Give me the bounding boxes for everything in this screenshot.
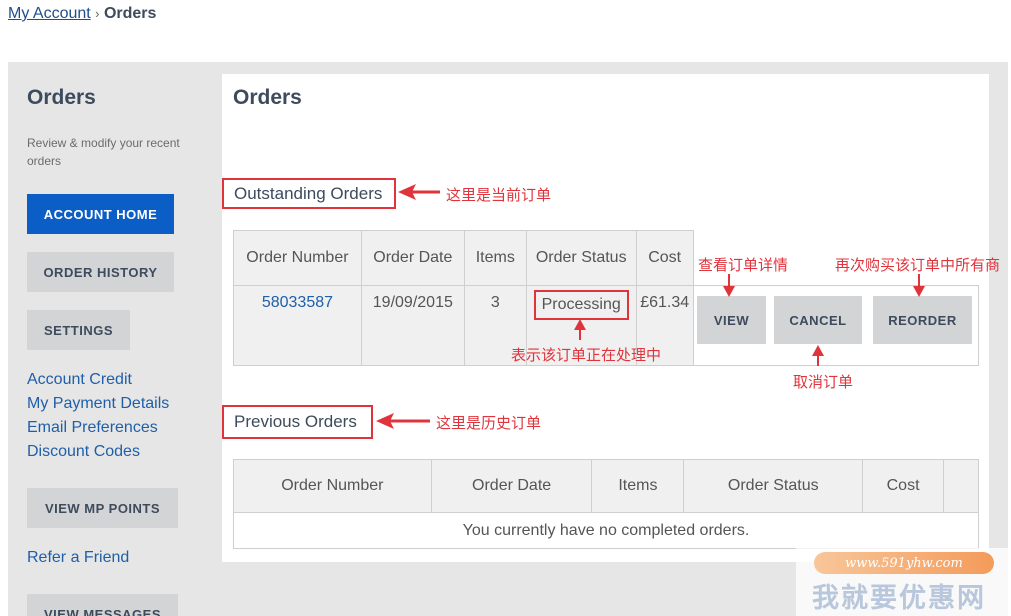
annotation-reorder-all: 再次购买该订单中所有商 xyxy=(835,257,1001,274)
annotation-processing: 表示该订单正在处理中 xyxy=(511,347,662,364)
watermark-url: www.591yhw.com xyxy=(814,552,994,574)
annotation-arrows xyxy=(376,184,925,429)
annotation-history: 这里是历史订单 xyxy=(436,415,542,432)
annotation-cancel: 取消订单 xyxy=(793,374,854,391)
watermark-name: 我就要优惠网 xyxy=(812,583,986,613)
annotation-current-orders: 这里是当前订单 xyxy=(446,187,552,204)
arrow-processing-head xyxy=(574,319,586,330)
arrow-reorder-head xyxy=(913,286,925,297)
arrow-cancel-head xyxy=(812,345,824,356)
arrow-view-head xyxy=(723,286,735,297)
annotation-view-details: 查看订单详情 xyxy=(698,257,789,274)
